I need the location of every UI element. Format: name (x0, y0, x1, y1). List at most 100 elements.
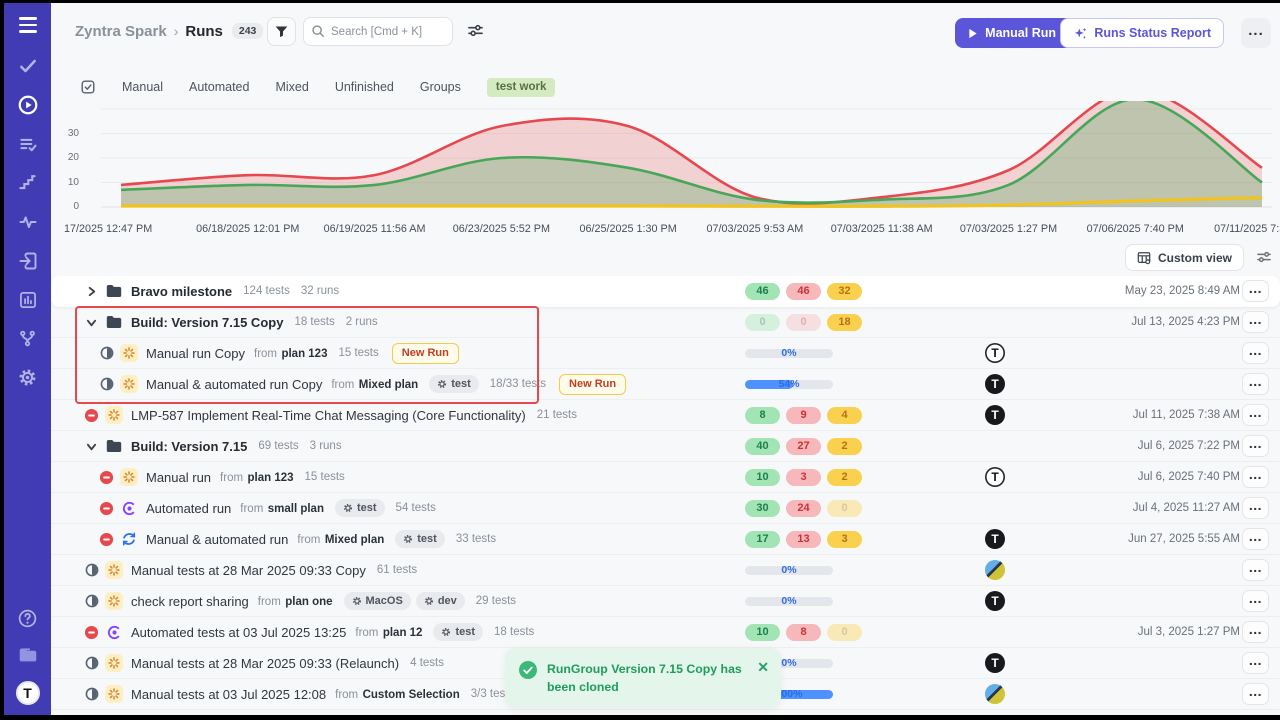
yellow-count-pill: 0 (827, 624, 862, 641)
red-count-pill: 27 (786, 438, 821, 455)
play-circle-icon[interactable] (17, 94, 39, 116)
row-menu-button[interactable]: ... (1242, 435, 1269, 457)
plan-name: small plan (268, 503, 324, 515)
run-row[interactable]: Manual tests at 28 Mar 2025 09:33 Copy 6… (51, 555, 1280, 586)
run-stats: 0% (745, 338, 833, 368)
new-run-badge[interactable]: New Run (559, 374, 626, 395)
custom-view-button[interactable]: Custom view (1125, 244, 1244, 271)
yellow-count-pill: 2 (827, 438, 862, 455)
row-menu-button[interactable]: ... (1242, 621, 1269, 643)
run-row[interactable]: Bravo milestone 124 tests 32 runs 464632… (51, 276, 1280, 307)
enter-box-icon[interactable] (17, 250, 39, 272)
tag-macos: MacOS (344, 592, 411, 610)
chevron-icon[interactable] (84, 441, 99, 452)
y-axis-tick: 0 (51, 201, 79, 212)
plan-name: Mixed plan (325, 534, 384, 546)
sliders-icon[interactable] (467, 23, 484, 43)
run-row[interactable]: Manual run from plan 123 15 tests 1032 T… (51, 462, 1280, 493)
spark-icon (120, 375, 138, 393)
run-row[interactable]: check report sharing from plan one MacOS… (51, 586, 1280, 617)
list-check-icon[interactable] (17, 133, 39, 155)
yellow-count-pill: 18 (827, 314, 862, 331)
tests-count: 54 tests (396, 502, 436, 514)
row-menu-button[interactable]: ... (1242, 559, 1269, 581)
run-row[interactable]: Build: Version 7.15 Copy 18 tests 2 runs… (51, 307, 1280, 338)
chevron-icon[interactable] (84, 317, 99, 328)
run-stats: 17133 (745, 524, 862, 554)
check-icon[interactable] (17, 55, 39, 77)
row-menu-button[interactable]: ... (1242, 466, 1269, 488)
tab-mixed[interactable]: Mixed (275, 80, 308, 94)
auto-icon (120, 499, 138, 517)
user-avatar[interactable]: T (16, 681, 40, 705)
tab-manual[interactable]: Manual (122, 80, 163, 94)
plan-name: Mixed plan (359, 379, 418, 391)
spark-icon (120, 468, 138, 486)
tests-count: 15 tests (338, 347, 378, 359)
hamburger-icon[interactable] (19, 17, 37, 33)
tests-count: 33 tests (456, 533, 496, 545)
y-axis-tick: 30 (51, 128, 79, 139)
run-row[interactable]: Build: Version 7.15 69 tests 3 runs 4027… (51, 431, 1280, 462)
runs-status-report-button[interactable]: Runs Status Report (1060, 18, 1224, 48)
stopped-status-icon (84, 625, 99, 640)
row-menu-button[interactable]: ... (1242, 497, 1269, 519)
row-menu-button[interactable]: ... (1242, 373, 1269, 395)
steps-icon[interactable] (17, 172, 39, 194)
runs-status-report-label: Runs Status Report (1094, 26, 1211, 40)
row-menu-button[interactable]: ... (1242, 590, 1269, 612)
tab-groups[interactable]: Groups (420, 80, 461, 94)
run-stats: 1080 (745, 617, 862, 647)
y-axis-tick: 10 (51, 177, 79, 188)
view-sliders-icon[interactable] (1256, 250, 1272, 269)
tab-unfinished[interactable]: Unfinished (335, 80, 394, 94)
projects-folder-icon[interactable] (17, 644, 39, 666)
chevron-icon[interactable] (84, 286, 99, 297)
assignee-avatar: T (985, 653, 1005, 673)
filter-button[interactable] (267, 17, 296, 46)
run-row[interactable]: Automated run from small plan test 54 te… (51, 493, 1280, 524)
row-title: Build: Version 7.15 Copy (131, 315, 283, 330)
branch-icon[interactable] (17, 328, 39, 350)
new-run-badge[interactable]: New Run (392, 343, 459, 364)
breadcrumb-project[interactable]: Zyntra Spark (75, 23, 167, 40)
close-icon[interactable]: ✕ (757, 660, 769, 697)
run-row[interactable]: Manual & automated run from Mixed plan t… (51, 524, 1280, 555)
row-menu-button[interactable]: ... (1242, 652, 1269, 674)
funnel-icon (274, 24, 289, 39)
green-count-pill: 40 (745, 438, 780, 455)
row-menu-button[interactable]: ... (1242, 280, 1269, 302)
pulse-icon[interactable] (17, 211, 39, 233)
run-row[interactable]: Manual run Copy from plan 123 15 tests N… (51, 338, 1280, 369)
red-count-pill: 8 (786, 624, 821, 641)
from-plan: from plan one (255, 592, 333, 610)
row-menu-button[interactable]: ... (1242, 528, 1269, 550)
page-title: Runs (185, 23, 223, 40)
row-menu-button[interactable]: ... (1242, 311, 1269, 333)
red-count-pill: 24 (786, 500, 821, 517)
row-title: Manual run Copy (146, 346, 245, 361)
tab-automated[interactable]: Automated (189, 80, 249, 94)
from-label: from (220, 472, 243, 484)
row-menu-button[interactable]: ... (1242, 683, 1269, 705)
help-icon[interactable] (17, 607, 39, 629)
gear-icon[interactable] (17, 367, 39, 389)
row-title: Manual & automated run Copy (146, 377, 322, 392)
run-row[interactable]: LMP-587 Implement Real-Time Chat Messagi… (51, 400, 1280, 431)
header-more-button[interactable]: ... (1241, 18, 1271, 48)
search-input[interactable] (303, 17, 453, 46)
row-menu-button[interactable]: ... (1242, 404, 1269, 426)
run-stats: 30240 (745, 493, 862, 523)
bar-chart-icon[interactable] (17, 289, 39, 311)
run-row[interactable]: Automated tests at 03 Jul 2025 13:25 fro… (51, 617, 1280, 648)
tag-test: test (395, 530, 445, 548)
run-row[interactable]: Manual & automated run Copy from Mixed p… (51, 369, 1280, 400)
filter-chip-test-work[interactable]: test work (487, 78, 556, 97)
inprogress-status-icon (84, 656, 99, 670)
select-runs-icon[interactable] (80, 79, 96, 95)
row-title: Build: Version 7.15 (131, 439, 247, 454)
green-count-pill: 17 (745, 531, 780, 548)
plan-name: plan one (285, 596, 332, 608)
x-axis-tick: 06/19/2025 11:56 AM (324, 223, 426, 235)
row-menu-button[interactable]: ... (1242, 342, 1269, 364)
